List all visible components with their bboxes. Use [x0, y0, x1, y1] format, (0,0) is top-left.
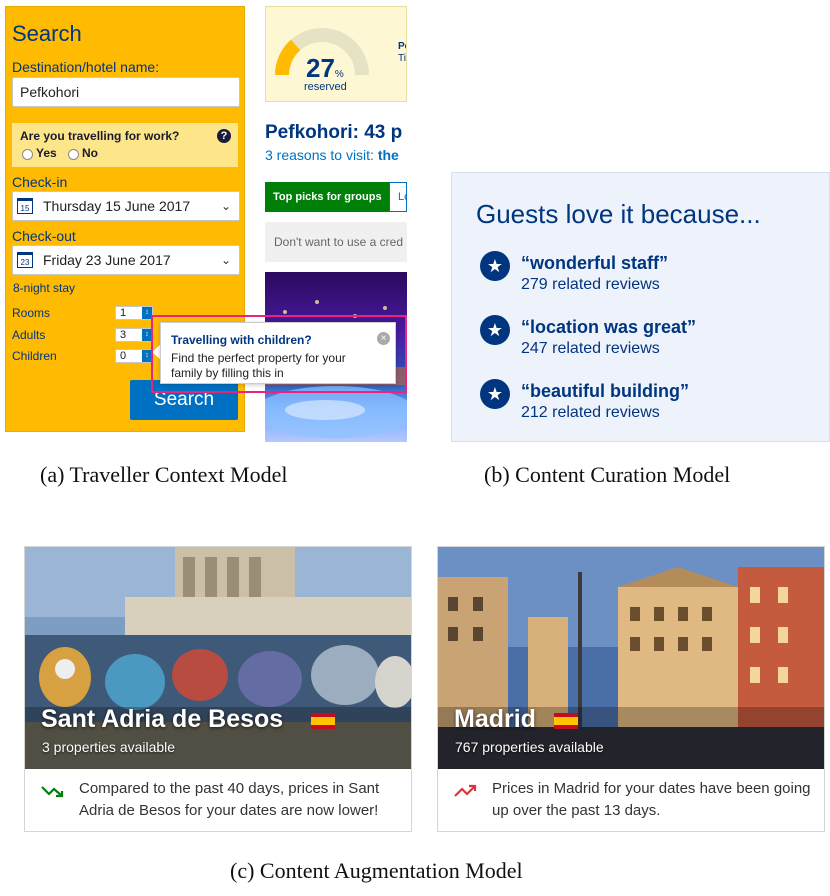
star-icon: ★ — [480, 251, 510, 281]
checkout-value: Friday 23 June 2017 — [43, 252, 171, 268]
children-label: Children — [12, 349, 57, 363]
work-travel-box: Are you travelling for work? ? Yes No — [12, 123, 238, 167]
children-value: 0 — [120, 350, 127, 362]
spain-flag-icon — [311, 713, 335, 729]
guests-love-panel: Guests love it because... ★ “wonderful s… — [451, 172, 830, 442]
reason-count[interactable]: 247 related reviews — [521, 340, 660, 358]
work-travel-question: Are you travelling for work? — [20, 129, 180, 143]
rooms-value: 1 — [120, 307, 127, 319]
rooms-label: Rooms — [12, 306, 51, 320]
adults-value: 3 — [120, 329, 127, 341]
work-no-radio[interactable] — [68, 149, 79, 160]
checkout-label: Check-out — [12, 228, 76, 244]
destination-label: Destination/hotel name: — [12, 59, 160, 75]
reason-quote: “location was great” — [521, 317, 697, 337]
destination-value: Pefkohori — [20, 84, 80, 100]
work-yes-radio[interactable] — [22, 149, 33, 160]
reason-quote: “wonderful staff” — [521, 253, 668, 273]
adults-stepper[interactable]: 3 ↕ — [115, 328, 153, 342]
help-icon[interactable]: ? — [217, 129, 231, 143]
trend-down-icon — [41, 786, 64, 798]
checkout-select[interactable]: 23 Friday 23 June 2017 ⌄ — [12, 245, 240, 275]
properties-count: 767 properties available — [455, 739, 604, 755]
guests-love-title: Guests love it because... — [476, 199, 761, 229]
checkin-value: Thursday 15 June 2017 — [43, 198, 191, 214]
trend-up-line — [454, 785, 476, 797]
tab-top-picks-groups[interactable]: Top picks for groups — [265, 182, 389, 212]
work-yes-label: Yes — [36, 146, 57, 160]
property-headline: Pefkohori: 43 p — [265, 122, 403, 143]
checkin-label: Check-in — [12, 174, 68, 190]
adults-label: Adults — [12, 328, 46, 342]
graffiti-wall-illustration — [25, 547, 411, 769]
reserved-card: 27% reserved Pe Ti — [265, 6, 407, 102]
price-trend-message: Prices in Madrid for your dates have bee… — [492, 780, 811, 819]
search-title: Search — [12, 21, 82, 46]
reasons-line[interactable]: 3 reasons to visit: the — [265, 147, 407, 163]
chevron-down-icon: ⌄ — [220, 253, 231, 267]
star-icon: ★ — [480, 379, 510, 409]
reserved-side-text: Pe — [398, 41, 406, 52]
destination-card-madrid[interactable]: Madrid 767 properties available Prices i… — [437, 546, 825, 832]
destination-name: Madrid — [454, 705, 536, 733]
trend-down-line — [41, 786, 63, 797]
reason-quote: “beautiful building” — [521, 381, 689, 401]
destination-card-sant-adria[interactable]: Sant Adria de Besos 3 properties availab… — [24, 546, 412, 832]
children-stepper[interactable]: 0 ↕ — [115, 349, 153, 363]
reserved-label: reserved — [304, 81, 347, 93]
reserved-percent: 27% — [306, 53, 344, 83]
checkin-select[interactable]: 15 Thursday 15 June 2017 ⌄ — [12, 191, 240, 221]
calendar-icon: 23 — [17, 252, 33, 268]
credit-card-notice: Don't want to use a cred — [265, 222, 407, 262]
caption-c: (c) Content Augmentation Model — [230, 858, 523, 883]
destination-input[interactable]: Pefkohori — [12, 77, 240, 107]
work-no-label: No — [82, 146, 98, 160]
gauge-fill — [275, 39, 301, 76]
destination-name: Sant Adria de Besos — [41, 705, 284, 733]
tooltip-highlight-frame — [151, 315, 407, 393]
calendar-icon: 15 — [17, 198, 33, 214]
reason-count[interactable]: 279 related reviews — [521, 276, 660, 294]
chevron-down-icon: ⌄ — [220, 199, 231, 213]
tab-next[interactable]: Lo — [389, 182, 407, 212]
reason-count[interactable]: 212 related reviews — [521, 404, 660, 422]
sant-adria-photo — [25, 547, 411, 769]
rooms-stepper[interactable]: 1 ↕ — [115, 306, 153, 320]
madrid-photo — [438, 547, 824, 769]
madrid-street-illustration — [438, 547, 824, 769]
stay-length: 8-night stay — [13, 281, 76, 295]
properties-count: 3 properties available — [42, 739, 176, 755]
star-icon: ★ — [480, 315, 510, 345]
trend-up-icon — [454, 784, 477, 797]
caption-b: (b) Content Curation Model — [484, 462, 731, 487]
price-trend-message: Compared to the past 40 days, prices in … — [79, 780, 380, 819]
caption-a: (a) Traveller Context Model — [40, 462, 288, 487]
reserved-side-text-2: Ti — [398, 53, 406, 64]
spain-flag-icon — [554, 713, 578, 729]
